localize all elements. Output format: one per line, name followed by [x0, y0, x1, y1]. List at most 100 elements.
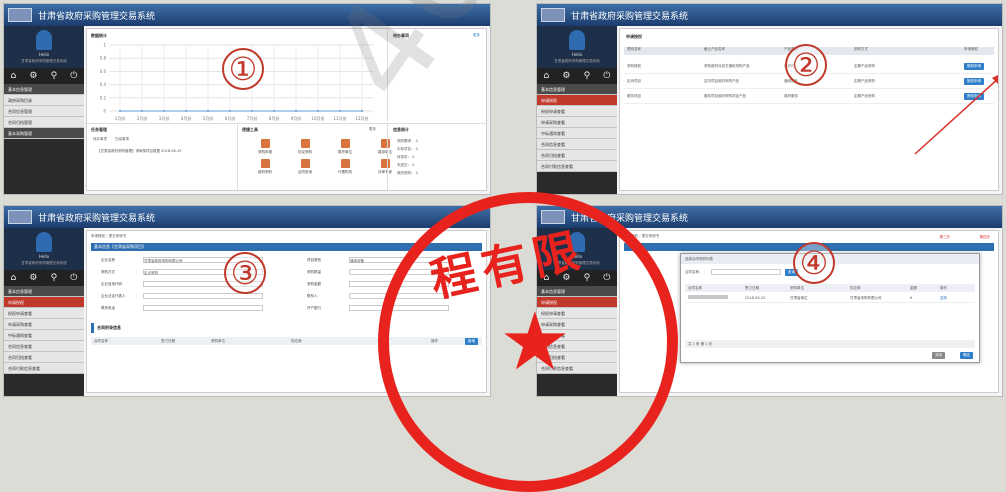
- data-point: [361, 110, 363, 112]
- field-label: 企业信用代码: [101, 282, 122, 286]
- pagination[interactable]: 共 1 条 第 1 页: [685, 340, 975, 348]
- breadcrumb: 申请授权 › 提交申请书: [91, 234, 127, 238]
- step-number-2: ②: [785, 44, 827, 86]
- field-input[interactable]: [143, 305, 263, 311]
- sidebar-item[interactable]: 合同信息查看: [4, 341, 84, 352]
- task-title: 任务管理: [91, 127, 107, 132]
- field-label: 采购方式: [101, 270, 115, 274]
- sidebar-item[interactable]: 合同归档查看: [537, 150, 617, 161]
- sidebar-item[interactable]: 合同信息查看: [537, 139, 617, 150]
- quick-item[interactable]: 合同查询: [285, 159, 325, 175]
- app-logo: [8, 210, 32, 224]
- sidebar-item[interactable]: 申请授权: [537, 95, 617, 106]
- x-tick-label: 11月份: [333, 115, 346, 121]
- y-tick-label: 0.8: [100, 56, 107, 61]
- sidebar-item[interactable]: 授权申请查看: [4, 308, 84, 319]
- quick-item[interactable]: 协议采购: [285, 139, 325, 155]
- table-row[interactable]: 2018-06-20 甘肃省单位 甘肃省采购有限公司 6 选择: [685, 294, 975, 303]
- user-profile: Hello 甘肃省政府采购管理交易系统: [537, 26, 617, 68]
- sidebar-item[interactable]: 合同信息管理: [4, 106, 84, 117]
- y-tick-label: 0.4: [100, 82, 107, 87]
- sidebar-item[interactable]: 申请授权: [4, 297, 84, 308]
- app-logo: [8, 8, 32, 22]
- close-button[interactable]: 关闭: [932, 352, 945, 359]
- app-header: 甘肃省政府采购管理交易系统: [4, 206, 490, 228]
- data-point: [185, 110, 187, 112]
- confirm-button[interactable]: 确定: [960, 352, 973, 359]
- sidebar-item[interactable]: 授权申请查看: [537, 106, 617, 117]
- x-tick-label: 5月份: [203, 115, 214, 121]
- sidebar-item[interactable]: 合同归档查看: [4, 352, 84, 363]
- power-icon[interactable]: ⏻: [70, 273, 77, 283]
- power-icon[interactable]: ⏻: [603, 71, 610, 81]
- user-dept: 甘肃省政府采购管理交易系统: [21, 59, 67, 63]
- app-title: 甘肃省政府采购管理交易系统: [571, 12, 689, 22]
- info-row: 政府采购： 0: [397, 171, 418, 175]
- x-tick-label: 7月份: [247, 115, 258, 121]
- field-label: 采购金额: [307, 282, 321, 286]
- data-point: [119, 110, 121, 112]
- nav-icons: ⌂ ⚙ ⚲ ⏻: [4, 68, 84, 84]
- sidebar-item[interactable]: 基本采购管理: [4, 128, 84, 139]
- sidebar-item[interactable]: 申请采购查看: [537, 117, 617, 128]
- sidebar-item[interactable]: 政府采购目录: [4, 95, 84, 106]
- app-title: 甘肃省政府采购管理交易系统: [38, 214, 156, 224]
- info-row: 中标项目： 0: [397, 147, 418, 151]
- power-icon[interactable]: ⏻: [70, 71, 77, 81]
- sidebar-item[interactable]: 基本信息管理: [4, 84, 84, 95]
- user-dept: 甘肃省政府采购管理交易系统: [21, 261, 67, 265]
- home-icon[interactable]: ⌂: [11, 273, 17, 283]
- field-label: 项目类别: [307, 258, 321, 262]
- gear-icon[interactable]: ⚙: [29, 273, 37, 283]
- field-label: 联系电话: [101, 306, 115, 310]
- tab-done[interactable]: 已经事项: [115, 137, 129, 142]
- step-number-3: ③: [224, 252, 266, 294]
- contract-search-input[interactable]: [711, 269, 781, 275]
- quick-grid: 采购申报 协议采购 委托单位 建设单位 政府采购 合同查询 代理机构 评审专家: [245, 139, 415, 175]
- user-profile: Hello 甘肃省政府采购管理交易系统: [4, 26, 84, 68]
- quick-more-link[interactable]: 更多: [369, 127, 376, 132]
- sidebar-item[interactable]: 申请采购查看: [4, 319, 84, 330]
- x-tick-label: 12月份: [355, 115, 368, 121]
- quick-item[interactable]: 政府采购: [245, 159, 285, 175]
- x-tick-label: 1月份: [115, 115, 126, 121]
- tab-todo[interactable]: 待办事项: [93, 137, 107, 142]
- info-row: 未成交： 0: [397, 163, 415, 167]
- sidebar-item[interactable]: 基本信息管理: [4, 286, 84, 297]
- task-date: 2018-06-19: [161, 149, 182, 153]
- y-tick-label: 1: [103, 43, 106, 48]
- tool-icon: [260, 159, 270, 168]
- sidebar-item[interactable]: 合同付款信息查看: [537, 161, 617, 172]
- data-point: [339, 110, 341, 112]
- info-list: 采购需求： 0 中标项目： 0 待发布： 0 未成交： 0 政府采购： 0: [397, 139, 418, 179]
- quick-item[interactable]: 采购申报: [245, 139, 285, 155]
- gear-icon[interactable]: ⚙: [562, 71, 570, 81]
- quick-item[interactable]: 代理机构: [325, 159, 365, 175]
- select-contract-link[interactable]: 选择: [940, 296, 947, 301]
- sidebar: Hello 甘肃省政府采购管理交易系统 ⌂ ⚙ ⚲ ⏻ 基本信息管理 申请授权 授权申请…: [537, 26, 617, 194]
- task-item[interactable]: 【甘肃省政府采购管理】请审核项目数据 2018-06-19: [97, 149, 181, 154]
- x-tick-label: 10月份: [311, 115, 324, 121]
- sidebar-item[interactable]: 合同付款信息查看: [4, 363, 84, 374]
- chart-title: 数据统计: [91, 33, 107, 38]
- sidebar-item[interactable]: 中标通知查看: [537, 128, 617, 139]
- star-icon: ★: [499, 295, 571, 388]
- data-point: [251, 110, 253, 112]
- location-icon[interactable]: ⚲: [51, 273, 58, 283]
- home-icon[interactable]: ⌂: [11, 71, 17, 81]
- step-label: 第三步: [939, 235, 951, 239]
- sidebar-item[interactable]: 合同归档管理: [4, 117, 84, 128]
- location-icon[interactable]: ⚲: [51, 71, 58, 81]
- home-icon[interactable]: ⌂: [544, 71, 550, 81]
- sidebar-item[interactable]: 基本信息管理: [537, 84, 617, 95]
- tool-icon: [260, 139, 270, 148]
- tool-icon: [300, 139, 310, 148]
- location-icon[interactable]: ⚲: [584, 71, 591, 81]
- tool-icon: [340, 159, 350, 168]
- quick-item[interactable]: 委托单位: [325, 139, 365, 155]
- modal-table-header: 合同名称 签订日期 采购单位 供应商 金额 操作: [685, 284, 975, 292]
- sidebar-item[interactable]: 中标通知查看: [4, 330, 84, 341]
- info-title: 信息统计: [393, 127, 409, 132]
- avatar: [36, 232, 52, 252]
- gear-icon[interactable]: ⚙: [29, 71, 37, 81]
